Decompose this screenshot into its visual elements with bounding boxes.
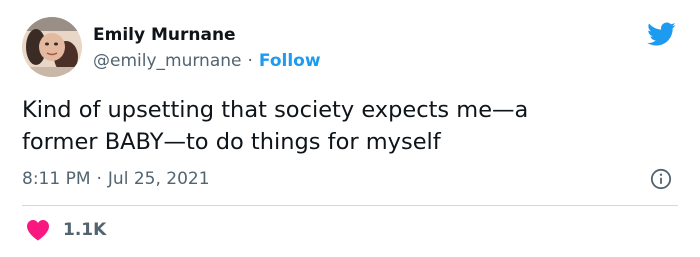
- tweet-card: Emily Murnane @emily_murnane · Follow Kind…: [0, 0, 700, 257]
- author-name[interactable]: Emily Murnane: [93, 24, 236, 46]
- avatar-image: [22, 17, 82, 77]
- timestamp-separator: ·: [96, 169, 102, 189]
- divider: [22, 205, 678, 206]
- author-meta: @emily_murnane · Follow: [93, 50, 321, 72]
- avatar[interactable]: [22, 17, 82, 77]
- tweet-time[interactable]: 8:11 PM: [22, 169, 91, 189]
- follow-button[interactable]: Follow: [259, 51, 321, 71]
- heart-icon: [27, 220, 49, 241]
- handle-separator: ·: [247, 51, 253, 71]
- like-button[interactable]: 1.1K: [26, 218, 106, 242]
- tweet-text: Kind of upsetting that society expects m…: [22, 97, 529, 155]
- author-handle[interactable]: @emily_murnane: [93, 51, 241, 71]
- twitter-bird-icon[interactable]: [644, 19, 678, 49]
- tweet-timestamp: 8:11 PM · Jul 25, 2021: [22, 168, 210, 190]
- tweet-date[interactable]: Jul 25, 2021: [108, 169, 210, 189]
- like-count: 1.1K: [63, 220, 107, 240]
- info-icon[interactable]: [650, 168, 672, 190]
